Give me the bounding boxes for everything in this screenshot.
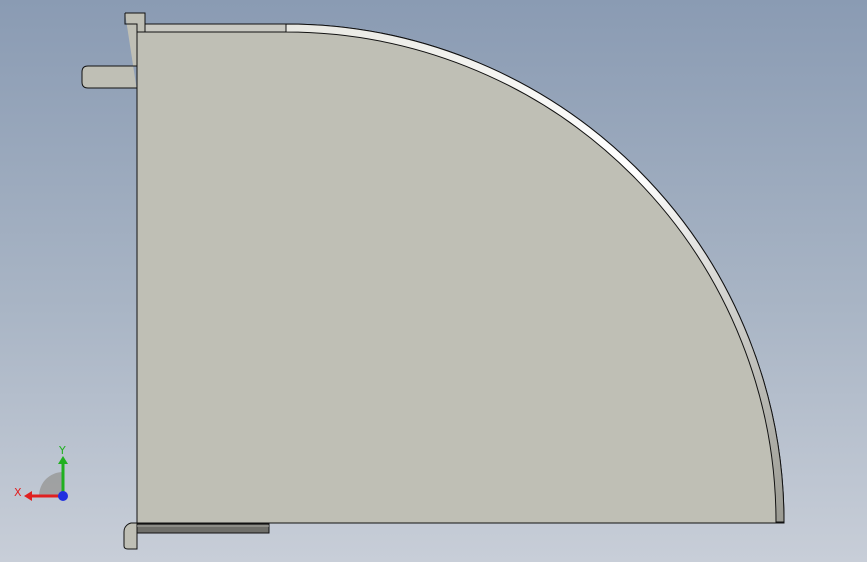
mounting-tab-bottom [123, 522, 138, 550]
mounting-tab-top [81, 12, 146, 91]
triad-x-label: X [14, 486, 22, 499]
triad-y-arrow-icon [58, 456, 68, 464]
graphics-viewport[interactable]: Y X [0, 0, 867, 562]
triad-y-label: Y [58, 444, 66, 457]
top-flange-strip [144, 23, 287, 33]
triad-plane-icon [39, 472, 63, 496]
coordinate-triad: Y X [14, 444, 68, 501]
quarter-round-face [136, 23, 785, 524]
bottom-flange-strip [136, 523, 270, 534]
quarter-round-part-model[interactable] [0, 0, 867, 562]
triad-x-arrow-icon [24, 491, 32, 501]
triad-z-origin-icon [58, 491, 68, 501]
